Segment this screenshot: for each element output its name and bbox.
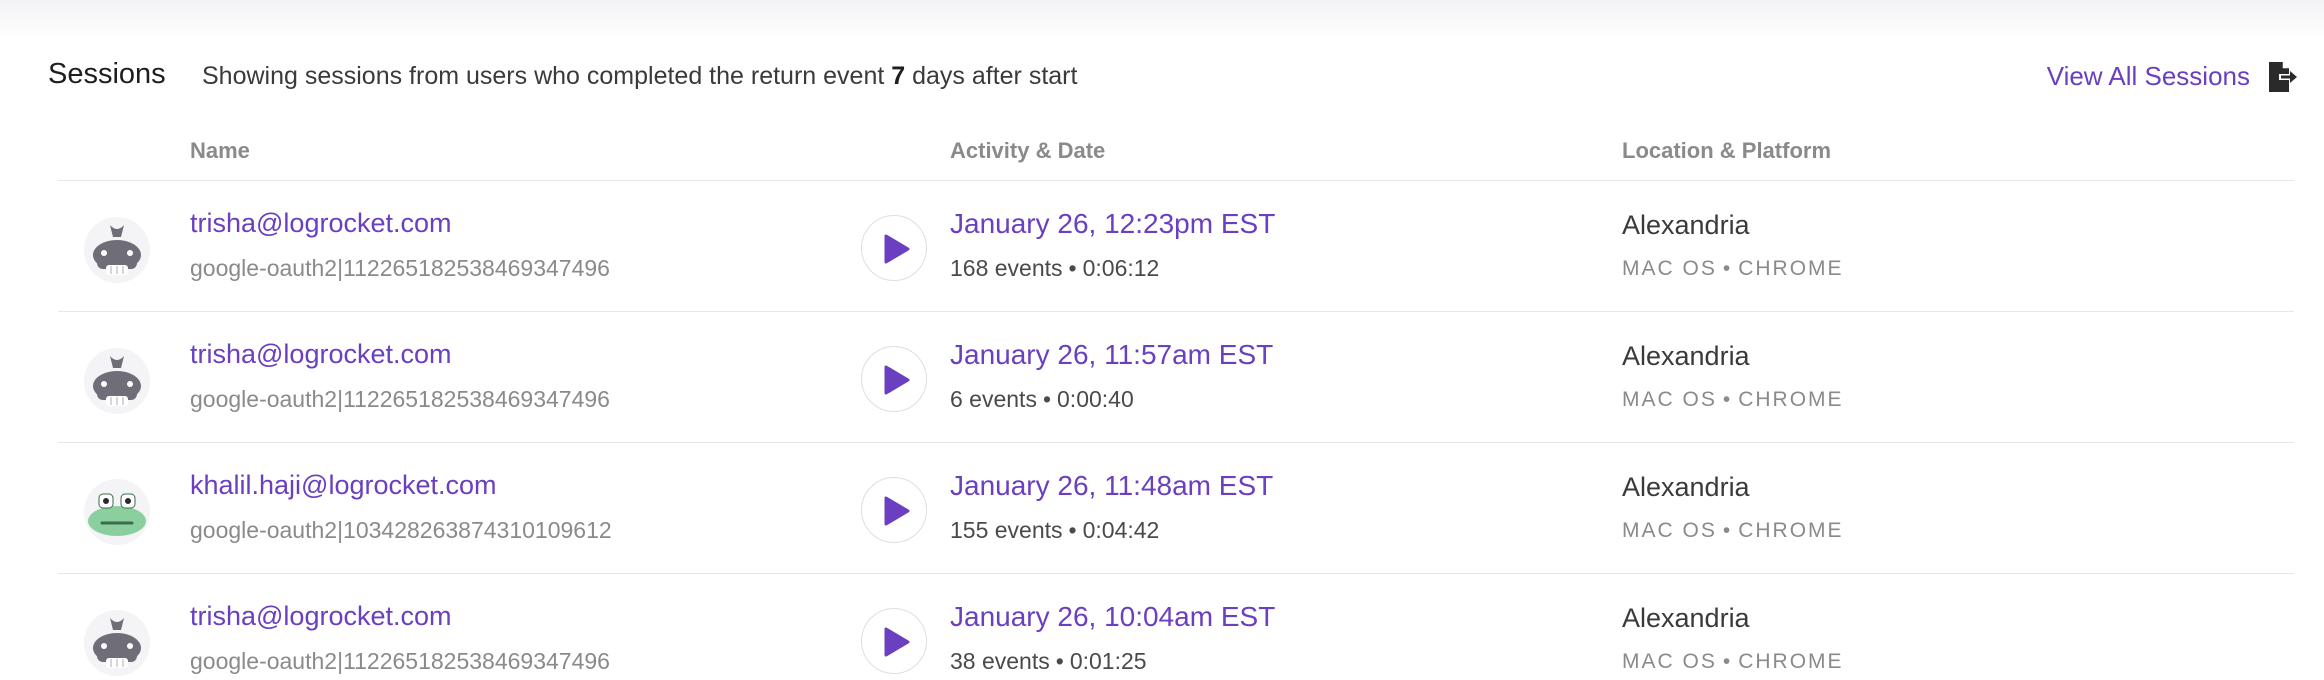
separator-dot: •: [1722, 650, 1733, 673]
user-avatar: [82, 477, 152, 547]
session-platform: MAC OS • CHROME: [1622, 388, 1844, 412]
column-header-activity: Activity & Date: [950, 138, 1106, 163]
user-email-link[interactable]: khalil.haji@logrocket.com: [190, 470, 497, 501]
separator-dot: •: [1068, 517, 1077, 543]
platform-os: MAC OS: [1622, 519, 1717, 542]
session-row[interactable]: trisha@logrocket.com google-oauth2|11226…: [0, 574, 2324, 680]
event-count: 168 events: [950, 255, 1063, 281]
whale-avatar-icon: [84, 217, 150, 283]
event-count: 155 events: [950, 517, 1063, 543]
session-date-link[interactable]: January 26, 12:23pm EST: [950, 208, 1275, 240]
separator-dot: •: [1042, 386, 1052, 412]
column-header-name: Name: [190, 138, 250, 163]
session-meta: 6 events • 0:00:40: [950, 386, 1134, 413]
session-row[interactable]: khalil.haji@logrocket.com google-oauth2|…: [0, 443, 2324, 574]
frog-avatar-icon: [84, 479, 150, 545]
sessions-header: Sessions Showing sessions from users who…: [0, 0, 2324, 140]
platform-os: MAC OS: [1622, 388, 1717, 411]
session-row[interactable]: trisha@logrocket.com google-oauth2|11226…: [0, 181, 2324, 312]
platform-browser: CHROME: [1738, 257, 1844, 280]
session-meta: 38 events • 0:01:25: [950, 648, 1147, 675]
play-icon: [884, 234, 910, 264]
user-avatar: [82, 346, 152, 416]
platform-browser: CHROME: [1738, 519, 1844, 542]
session-meta: 155 events • 0:04:42: [950, 517, 1159, 544]
session-duration: 0:00:40: [1057, 386, 1134, 412]
user-avatar: [82, 215, 152, 285]
separator-dot: •: [1722, 388, 1733, 411]
user-id: google-oauth2|112265182538469347496: [190, 255, 610, 281]
separator-dot: •: [1068, 255, 1077, 281]
play-icon: [884, 365, 910, 395]
session-date-link[interactable]: January 26, 10:04am EST: [950, 601, 1275, 633]
play-icon: [884, 627, 910, 657]
export-icon[interactable]: [2266, 60, 2298, 94]
session-meta: 168 events • 0:06:12: [950, 255, 1159, 282]
user-id: google-oauth2|103428263874310109612: [190, 517, 612, 543]
user-email-link[interactable]: trisha@logrocket.com: [190, 339, 452, 370]
session-duration: 0:01:25: [1069, 648, 1147, 674]
platform-os: MAC OS: [1622, 257, 1717, 280]
user-email-link[interactable]: trisha@logrocket.com: [190, 208, 452, 239]
whale-avatar-icon: [84, 348, 150, 414]
session-location: Alexandria: [1622, 210, 1750, 240]
separator-dot: •: [1055, 648, 1064, 674]
subtitle-suffix: days after start: [912, 62, 1078, 90]
play-session-button[interactable]: [861, 477, 927, 543]
play-session-button[interactable]: [861, 215, 927, 281]
session-location: Alexandria: [1622, 472, 1750, 502]
user-avatar: [82, 608, 152, 678]
session-platform: MAC OS • CHROME: [1622, 519, 1844, 543]
separator-dot: •: [1722, 257, 1733, 280]
user-id: google-oauth2|112265182538469347496: [190, 648, 610, 674]
session-duration: 0:04:42: [1082, 517, 1160, 543]
sessions-panel: Sessions Showing sessions from users who…: [0, 0, 2324, 680]
session-duration: 0:06:12: [1082, 255, 1160, 281]
panel-title: Sessions: [48, 58, 166, 90]
event-count: 38 events: [950, 648, 1050, 674]
play-icon: [884, 496, 910, 526]
user-id: google-oauth2|112265182538469347496: [190, 386, 610, 412]
session-location: Alexandria: [1622, 341, 1750, 371]
play-session-button[interactable]: [861, 346, 927, 412]
panel-subtitle: Showing sessions from users who complete…: [202, 62, 1077, 91]
session-date-link[interactable]: January 26, 11:57am EST: [950, 339, 1273, 371]
platform-browser: CHROME: [1738, 650, 1844, 673]
event-count: 6 events: [950, 386, 1037, 412]
session-date-link[interactable]: January 26, 11:48am EST: [950, 470, 1273, 502]
session-platform: MAC OS • CHROME: [1622, 257, 1844, 281]
session-location: Alexandria: [1622, 603, 1750, 633]
separator-dot: •: [1722, 519, 1733, 542]
user-email-link[interactable]: trisha@logrocket.com: [190, 601, 452, 632]
session-row[interactable]: trisha@logrocket.com google-oauth2|11226…: [0, 312, 2324, 443]
whale-avatar-icon: [84, 610, 150, 676]
column-header-location: Location & Platform: [1622, 138, 1832, 163]
subtitle-days: 7: [891, 62, 906, 90]
view-all-sessions-link[interactable]: View All Sessions: [2047, 61, 2250, 92]
session-platform: MAC OS • CHROME: [1622, 650, 1844, 674]
platform-browser: CHROME: [1738, 388, 1844, 411]
play-session-button[interactable]: [861, 608, 927, 674]
platform-os: MAC OS: [1622, 650, 1717, 673]
sessions-table: trisha@logrocket.com google-oauth2|11226…: [0, 181, 2324, 680]
subtitle-prefix: Showing sessions from users who complete…: [202, 62, 885, 90]
